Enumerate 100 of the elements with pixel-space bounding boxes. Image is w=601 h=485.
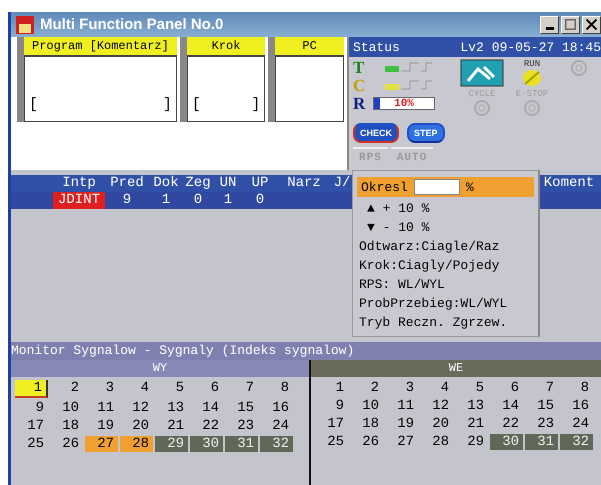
panel-field[interactable]: [ ] bbox=[24, 57, 177, 122]
monitor-title: Monitor Sygnalow - Sygnaly (Indeks sygnalow) bbox=[11, 342, 601, 360]
column-header: Pred bbox=[109, 175, 145, 192]
signal-cell[interactable]: 22 bbox=[190, 418, 223, 434]
signal-cell[interactable]: 27 bbox=[385, 434, 418, 450]
signal-cell[interactable]: 19 bbox=[85, 418, 118, 434]
signal-cell[interactable]: 27 bbox=[85, 436, 118, 452]
signal-cell[interactable]: 15 bbox=[525, 398, 558, 414]
menu-item[interactable]: ▼ - 10 % bbox=[357, 218, 534, 237]
lamp-label: RUN bbox=[524, 59, 540, 69]
panel-field[interactable]: [ ] bbox=[186, 57, 266, 122]
signal-cell[interactable]: 11 bbox=[85, 400, 118, 416]
signal-cell[interactable]: 4 bbox=[420, 380, 453, 396]
signal-cell[interactable]: 32 bbox=[560, 434, 593, 450]
mode-icon bbox=[460, 59, 504, 87]
user-level: Lv2 bbox=[460, 40, 484, 54]
signal-cell[interactable]: 2 bbox=[50, 380, 83, 396]
signal-cell[interactable]: 12 bbox=[420, 398, 453, 414]
menu-item[interactable]: Krok:Ciagly/Pojedy bbox=[357, 256, 534, 275]
signal-cell[interactable]: 28 bbox=[420, 434, 453, 450]
signal-cell[interactable]: 30 bbox=[490, 434, 523, 450]
signal-cell[interactable]: 8 bbox=[260, 380, 293, 396]
signal-cell[interactable]: 7 bbox=[525, 380, 558, 396]
signal-cell[interactable]: 15 bbox=[225, 400, 258, 416]
status-label: T bbox=[353, 58, 366, 78]
menu-item[interactable]: RPS: WL/WYL bbox=[357, 275, 534, 294]
panel-title: Program [Komentarz] bbox=[24, 37, 177, 57]
column-header: Dok bbox=[152, 175, 180, 192]
input-field[interactable] bbox=[414, 179, 460, 195]
signal-cell[interactable]: 25 bbox=[315, 434, 348, 450]
lamp-on-icon bbox=[521, 69, 543, 87]
signal-cell[interactable]: 17 bbox=[315, 416, 348, 432]
signal-cell[interactable]: 29 bbox=[455, 434, 488, 450]
panel-title: Krok bbox=[186, 37, 266, 57]
signal-cell[interactable]: 18 bbox=[50, 418, 83, 434]
minimize-icon bbox=[546, 27, 554, 30]
signal-cell[interactable]: 10 bbox=[350, 398, 383, 414]
signal-cell[interactable]: 6 bbox=[490, 380, 523, 396]
column-header: Narz bbox=[286, 175, 322, 192]
table-cell-text: 0 bbox=[192, 192, 204, 209]
signal-cell[interactable]: 19 bbox=[385, 416, 418, 432]
mode-button[interactable]: CHECK bbox=[353, 123, 400, 143]
signal-cell[interactable]: 14 bbox=[190, 400, 223, 416]
column-header: J/ bbox=[332, 175, 352, 192]
app-logo-icon bbox=[15, 14, 35, 34]
signal-cell[interactable]: 28 bbox=[120, 436, 153, 452]
signal-cell[interactable]: 25 bbox=[15, 436, 48, 452]
signal-cell[interactable]: 5 bbox=[455, 380, 488, 396]
table-cell-text: 1 bbox=[160, 192, 172, 209]
signal-cell[interactable]: 21 bbox=[155, 418, 188, 434]
signal-cell[interactable]: 31 bbox=[525, 434, 558, 450]
menu-item[interactable]: Odtwarz:Ciagle/Raz bbox=[357, 237, 534, 256]
signal-cell[interactable]: 23 bbox=[225, 418, 258, 434]
signal-cell[interactable]: 13 bbox=[155, 400, 188, 416]
signal-cell[interactable]: 4 bbox=[120, 380, 153, 396]
signal-cell[interactable]: 7 bbox=[225, 380, 258, 396]
signal-cell[interactable]: 29 bbox=[155, 436, 188, 452]
signal-cell[interactable]: 13 bbox=[455, 398, 488, 414]
signal-cell[interactable]: 12 bbox=[120, 400, 153, 416]
menu-item[interactable]: Tryb Reczn. Zgrzew. bbox=[357, 313, 534, 332]
minimize-button[interactable] bbox=[540, 16, 559, 34]
unit-label: % bbox=[466, 180, 474, 194]
signal-cell[interactable]: 26 bbox=[50, 436, 83, 452]
signal-cell[interactable]: 22 bbox=[490, 416, 523, 432]
signal-cell[interactable]: 11 bbox=[385, 398, 418, 414]
panel-field[interactable] bbox=[275, 57, 344, 122]
signal-cell[interactable]: 2 bbox=[350, 380, 383, 396]
signal-cell[interactable]: 1 bbox=[315, 380, 348, 396]
signal-cell[interactable]: 10 bbox=[50, 400, 83, 416]
signal-cell[interactable]: 23 bbox=[525, 416, 558, 432]
signal-cell[interactable]: 3 bbox=[385, 380, 418, 396]
signal-cell[interactable]: 9 bbox=[15, 400, 48, 416]
signal-cell[interactable]: 31 bbox=[225, 436, 258, 452]
signal-cell[interactable]: 17 bbox=[15, 418, 48, 434]
signal-cell[interactable]: 8 bbox=[560, 380, 593, 396]
group-header: WY bbox=[11, 360, 309, 377]
signal-cell[interactable]: 21 bbox=[455, 416, 488, 432]
signal-cell[interactable]: 16 bbox=[260, 400, 293, 416]
signal-cell[interactable]: 6 bbox=[190, 380, 223, 396]
signal-cell[interactable]: 30 bbox=[190, 436, 223, 452]
signal-cell[interactable]: 5 bbox=[155, 380, 188, 396]
close-button[interactable] bbox=[582, 16, 601, 34]
menu-item[interactable]: ProbPrzebieg:WL/WYL bbox=[357, 294, 534, 313]
signal-cell[interactable]: 18 bbox=[350, 416, 383, 432]
signal-cell[interactable]: 3 bbox=[85, 380, 118, 396]
signal-cell[interactable]: 9 bbox=[315, 398, 348, 414]
signal-cell[interactable]: 32 bbox=[260, 436, 293, 452]
signal-cell[interactable]: 24 bbox=[560, 416, 593, 432]
signal-cell[interactable]: 20 bbox=[120, 418, 153, 434]
signal-cell[interactable]: 1 bbox=[15, 380, 48, 398]
mode-button[interactable]: STEP bbox=[407, 123, 445, 143]
table-cell-text: 1 bbox=[222, 192, 234, 209]
window-title: Multi Function Panel No.0 bbox=[40, 16, 224, 33]
signal-cell[interactable]: 26 bbox=[350, 434, 383, 450]
signal-cell[interactable]: 24 bbox=[260, 418, 293, 434]
panel-title: PC bbox=[275, 37, 344, 57]
signal-cell[interactable]: 20 bbox=[420, 416, 453, 432]
signal-cell[interactable]: 14 bbox=[490, 398, 523, 414]
signal-cell[interactable]: 16 bbox=[560, 398, 593, 414]
maximize-button[interactable] bbox=[561, 16, 580, 34]
